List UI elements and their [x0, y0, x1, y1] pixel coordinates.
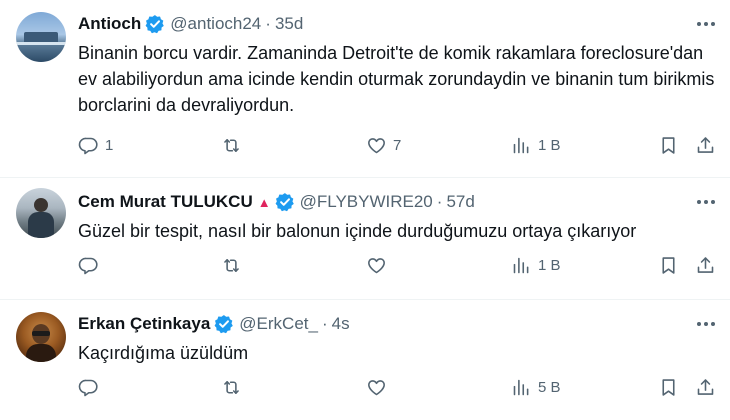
reply-icon — [78, 255, 99, 276]
view-count: 1 B — [538, 256, 561, 274]
more-icon[interactable] — [694, 314, 718, 334]
tweet-header: Antioch @antioch24 · 35d — [78, 12, 718, 36]
retweet-icon — [221, 255, 242, 276]
bookmark-button[interactable] — [658, 135, 679, 156]
tweet[interactable]: Erkan Çetinkaya @ErkCet_ · 4s Kaçırdığım… — [0, 300, 730, 420]
reply-button[interactable] — [78, 255, 99, 276]
more-icon[interactable] — [694, 14, 718, 34]
like-icon — [366, 377, 387, 398]
reply-button[interactable]: 1 — [78, 135, 113, 156]
display-name[interactable]: Cem Murat TULUKCU — [78, 192, 253, 212]
reply-icon — [78, 377, 99, 398]
tweet-actions: 1 7 1 B — [78, 133, 718, 157]
bookmark-button[interactable] — [658, 377, 679, 398]
retweet-button[interactable] — [221, 255, 242, 276]
tweet-text: Kaçırdığıma üzüldüm — [78, 343, 249, 363]
share-button[interactable] — [695, 135, 716, 156]
share-icon — [695, 377, 716, 398]
like-button[interactable]: 7 — [366, 135, 401, 156]
like-button[interactable] — [366, 255, 387, 276]
user-handle[interactable]: @ErkCet_ — [239, 314, 318, 334]
tweet-header: Cem Murat TULUKCU ▲ @FLYBYWIRE20 · 57d — [78, 190, 718, 214]
tweet-age[interactable]: 4s — [332, 314, 350, 334]
verified-badge-icon — [145, 14, 165, 34]
user-handle[interactable]: @FLYBYWIRE20 — [300, 192, 433, 212]
like-icon — [366, 135, 387, 156]
verified-badge-icon — [275, 192, 295, 212]
reply-icon — [78, 135, 99, 156]
views-button[interactable]: 1 B — [511, 135, 561, 156]
views-button[interactable]: 1 B — [511, 255, 561, 276]
share-button[interactable] — [695, 255, 716, 276]
avatar[interactable] — [16, 188, 66, 238]
reply-button[interactable] — [78, 377, 99, 398]
warning-triangle-icon: ▲ — [257, 194, 271, 210]
like-button[interactable] — [366, 377, 387, 398]
view-count: 1 B — [538, 136, 561, 154]
avatar[interactable] — [16, 312, 66, 362]
tweet-text: Binanin borcu vardir. Zamaninda Detroit'… — [78, 43, 715, 115]
separator-dot: · — [265, 14, 271, 33]
tweet-age[interactable]: 35d — [275, 14, 303, 34]
bookmark-icon — [658, 255, 679, 276]
separator-dot: · — [321, 314, 328, 333]
tweet-age[interactable]: 57d — [446, 192, 474, 212]
retweet-button[interactable] — [221, 135, 242, 156]
display-name[interactable]: Erkan Çetinkaya — [78, 314, 210, 334]
like-count: 7 — [393, 136, 402, 154]
separator-dot: · — [436, 192, 443, 211]
views-button[interactable]: 5 B — [511, 377, 561, 398]
tweet[interactable]: Antioch @antioch24 · 35d Binanin borcu v… — [0, 0, 730, 178]
reply-count: 1 — [105, 136, 114, 154]
retweet-icon — [221, 377, 242, 398]
share-button[interactable] — [695, 377, 716, 398]
like-icon — [366, 255, 387, 276]
tweet-actions: 1 B — [78, 253, 718, 277]
bookmark-icon — [658, 135, 679, 156]
bookmark-button[interactable] — [658, 255, 679, 276]
bookmark-icon — [658, 377, 679, 398]
tweet-text: Güzel bir tespit, nasıl bir balonun için… — [78, 221, 637, 241]
tweet-header: Erkan Çetinkaya @ErkCet_ · 4s — [78, 312, 718, 336]
verified-badge-icon — [214, 314, 234, 334]
view-count: 5 B — [538, 378, 561, 396]
user-handle[interactable]: @antioch24 — [170, 14, 261, 34]
views-icon — [511, 255, 532, 276]
retweet-icon — [221, 135, 242, 156]
tweet[interactable]: Cem Murat TULUKCU ▲ @FLYBYWIRE20 · 57d G… — [0, 178, 730, 300]
views-icon — [511, 135, 532, 156]
share-icon — [695, 135, 716, 156]
views-icon — [511, 377, 532, 398]
share-icon — [695, 255, 716, 276]
avatar[interactable] — [16, 12, 66, 62]
more-icon[interactable] — [694, 192, 718, 212]
retweet-button[interactable] — [221, 377, 242, 398]
display-name[interactable]: Antioch — [78, 14, 141, 34]
tweet-actions: 5 B — [78, 375, 718, 399]
